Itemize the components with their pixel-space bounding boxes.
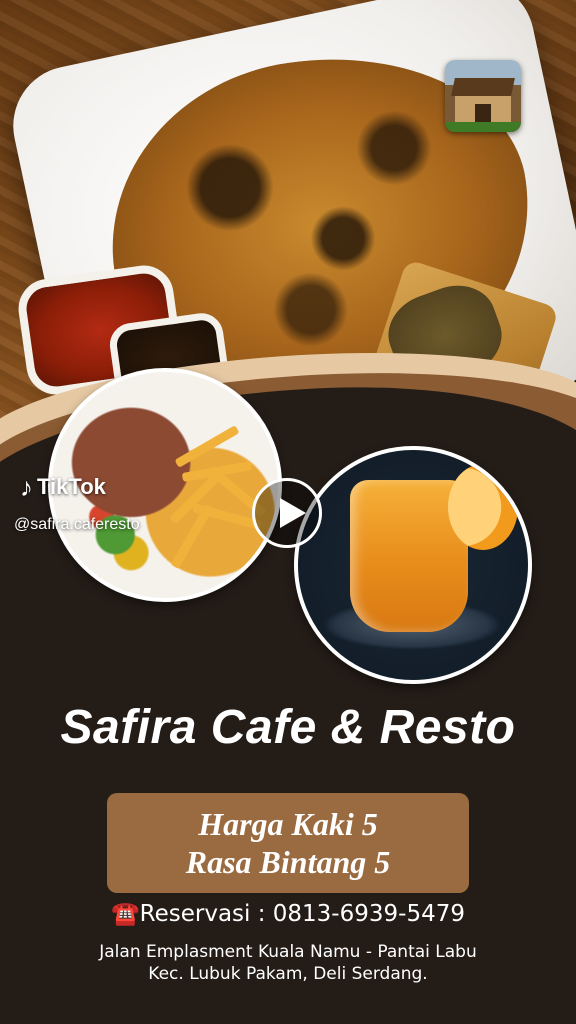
tiktok-brand-label: TikTok bbox=[37, 474, 106, 499]
telephone-icon: ☎️ bbox=[111, 901, 140, 927]
tiktok-handle: @safira.caferesto bbox=[14, 516, 140, 533]
address-line-1: Jalan Emplasment Kuala Namu - Pantai Lab… bbox=[99, 942, 477, 962]
tagline-line-1: Harga Kaki 5 bbox=[198, 806, 378, 842]
tagline-box: Harga Kaki 5 Rasa Bintang 5 bbox=[107, 793, 469, 893]
cafe-building-photo bbox=[445, 60, 521, 132]
reservation-text: Reservasi : 0813-6939-5479 bbox=[139, 901, 465, 927]
play-button[interactable] bbox=[252, 478, 322, 548]
address-line-2: Kec. Lubuk Pakam, Deli Serdang. bbox=[148, 964, 428, 984]
reservation-info: ☎️Reservasi : 0813-6939-5479 bbox=[0, 900, 576, 927]
restaurant-name: Safira Cafe & Resto bbox=[60, 701, 516, 754]
tiktok-note-icon: ♪ bbox=[20, 472, 33, 502]
tiktok-logo: ♪ TikTok bbox=[20, 474, 106, 500]
address: Jalan Emplasment Kuala Namu - Pantai Lab… bbox=[0, 941, 576, 985]
orange-juice-photo bbox=[294, 446, 532, 684]
tagline-line-2: Rasa Bintang 5 bbox=[185, 844, 391, 880]
